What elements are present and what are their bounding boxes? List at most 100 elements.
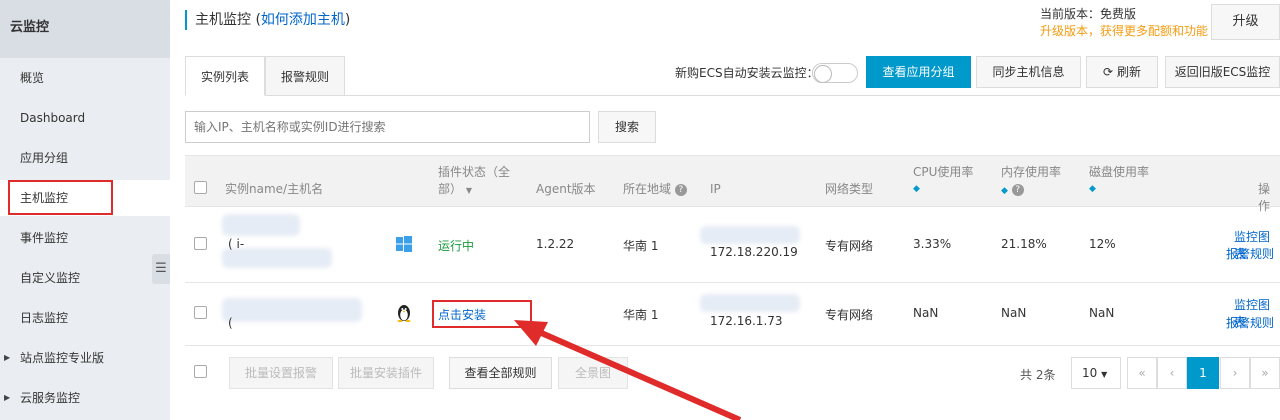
col-mem-label: 内存使用率 <box>1001 165 1062 179</box>
sidebar-item-cloud-service-monitor[interactable]: ▶ 云服务监控 <box>0 380 170 416</box>
sidebar-item-event-monitor[interactable]: 事件监控 <box>0 220 170 256</box>
instance-id-fragment: ( i- <box>228 237 245 251</box>
network-type: 专有网络 <box>825 239 874 253</box>
batch-alarm-button[interactable]: 批量设置报警 <box>229 357 333 389</box>
sync-hosts-button[interactable]: 同步主机信息 <box>976 56 1081 88</box>
alarm-rules-link[interactable]: 报警规则 <box>1226 314 1274 331</box>
sidebar-item-overview[interactable]: 概览 <box>0 60 170 96</box>
caret-down-icon: ▼ <box>1101 370 1108 379</box>
sidebar-item-label: 应用分组 <box>20 151 69 165</box>
col-region: 所在地域 ? <box>623 181 687 198</box>
redacted-ip <box>700 226 800 244</box>
batch-install-button[interactable]: 批量安装插件 <box>338 357 434 389</box>
redacted-name <box>222 214 300 236</box>
sort-icon: ◆ <box>913 184 920 194</box>
first-page-button[interactable]: « <box>1127 357 1157 389</box>
sidebar-item-site-monitor-pro[interactable]: ▶ 站点监控专业版 <box>0 340 170 376</box>
col-plugin-status[interactable]: 插件状态（全 部） ▼ <box>438 164 510 199</box>
col-plugin-status-line2: 部） <box>438 182 463 196</box>
main-panel: 主机监控 (如何添加主机) 当前版本：免费版 升级版本，获得更多配额和功能 升级… <box>170 0 1280 420</box>
region: 华南 1 <box>623 239 659 253</box>
row-checkbox[interactable] <box>194 306 207 319</box>
refresh-button[interactable]: ⟳ 刷新 <box>1086 56 1158 88</box>
col-cpu[interactable]: CPU使用率 ◆ <box>913 164 973 198</box>
caret-right-icon: ▶ <box>4 393 11 402</box>
col-operations: 操作 <box>1258 182 1271 213</box>
tab-divider <box>185 95 1280 96</box>
sidebar-item-label: 概览 <box>20 71 45 85</box>
search-input[interactable] <box>185 111 590 143</box>
page-title-text: 主机监控 <box>195 12 251 28</box>
last-page-button[interactable]: » <box>1250 357 1280 389</box>
sidebar-item-dashboard[interactable]: Dashboard <box>0 100 170 136</box>
version-info: 当前版本：免费版 升级版本，获得更多配额和功能 <box>1040 6 1208 40</box>
annotation-highlight-box <box>8 180 113 215</box>
sidebar-item-label: Dashboard <box>20 111 86 125</box>
how-to-add-host-link[interactable]: 如何添加主机 <box>261 12 345 28</box>
cpu-usage: NaN <box>913 306 939 320</box>
instance-id-fragment: ( <box>228 316 233 330</box>
sidebar-item-app-groups[interactable]: 应用分组 <box>0 140 170 176</box>
sidebar-item-label: 事件监控 <box>20 231 69 245</box>
back-old-ecs-button[interactable]: 返回旧版ECS监控 <box>1165 56 1280 88</box>
sidebar-item-custom-monitor[interactable]: 自定义监控 <box>0 260 170 296</box>
select-all-checkbox[interactable] <box>194 181 207 194</box>
help-icon[interactable]: ? <box>1011 183 1024 196</box>
col-disk-label: 磁盘使用率 <box>1089 165 1150 179</box>
view-all-rules-button[interactable]: 查看全部规则 <box>449 357 552 389</box>
sidebar-item-label: 自定义监控 <box>20 271 81 285</box>
page-1-button[interactable]: 1 <box>1187 357 1219 389</box>
redacted-name <box>222 248 332 268</box>
network-type: 专有网络 <box>825 308 874 322</box>
sidebar-title: 云监控 <box>0 0 170 58</box>
col-disk[interactable]: 磁盘使用率 ◆ <box>1089 164 1149 198</box>
page-title-paren: ) <box>344 12 351 28</box>
sidebar-item-label: 日志监控 <box>20 311 69 325</box>
page-size-select[interactable]: 10 ▼ <box>1071 357 1121 389</box>
sidebar-item-label: 站点监控专业版 <box>20 351 105 365</box>
row-divider <box>185 282 1280 283</box>
help-icon[interactable]: ? <box>674 183 687 196</box>
col-cpu-label: CPU使用率 <box>913 165 974 179</box>
next-page-button[interactable]: › <box>1220 357 1250 389</box>
search-button[interactable]: 搜索 <box>598 111 656 143</box>
redacted-ip <box>700 294 800 312</box>
region: 华南 1 <box>623 308 659 322</box>
redacted-name <box>222 298 362 322</box>
plugin-status-running: 运行中 <box>438 239 475 253</box>
auto-install-toggle[interactable] <box>812 63 858 83</box>
disk-usage: 12% <box>1089 237 1116 251</box>
windows-icon <box>396 236 412 255</box>
tab-instance-list[interactable]: 实例列表 <box>185 56 265 96</box>
col-ip: IP <box>710 182 721 196</box>
caret-down-icon: ▼ <box>465 186 472 195</box>
sort-icon: ◆ <box>1089 184 1096 194</box>
col-agent-version: Agent版本 <box>536 182 596 196</box>
upgrade-button[interactable]: 升级 <box>1211 4 1280 40</box>
current-version-text: 当前版本：免费版 <box>1039 7 1136 21</box>
refresh-icon: ⟳ <box>1103 65 1114 79</box>
view-app-groups-button[interactable]: 查看应用分组 <box>866 56 971 88</box>
page-title: 主机监控 (如何添加主机) <box>185 10 350 30</box>
annotation-highlight-box <box>432 300 532 328</box>
sidebar-item-label: 云服务监控 <box>20 391 81 405</box>
full-view-button[interactable]: 全景图 <box>558 357 628 389</box>
alarm-rules-link[interactable]: 报警规则 <box>1226 245 1274 262</box>
disk-usage: NaN <box>1089 306 1115 320</box>
prev-page-button[interactable]: ‹ <box>1157 357 1187 389</box>
memory-usage: NaN <box>1001 306 1027 320</box>
ip-address: 172.16.1.73 <box>710 314 783 328</box>
sidebar-item-log-monitor[interactable]: 日志监控 <box>0 300 170 336</box>
footer-select-all-checkbox[interactable] <box>194 365 207 378</box>
col-region-label: 所在地域 <box>623 182 672 196</box>
collapse-icon[interactable]: ☰ <box>152 254 170 284</box>
row-divider <box>185 345 1280 346</box>
total-count: 共 2条 <box>1020 368 1056 382</box>
col-memory[interactable]: 内存使用率 ◆ ? <box>1001 164 1061 200</box>
ip-address: 172.18.220.19 <box>710 245 798 259</box>
row-checkbox[interactable] <box>194 237 207 250</box>
upgrade-tip-text: 升级版本，获得更多配额和功能 <box>1039 24 1208 38</box>
linux-icon <box>396 304 412 325</box>
tab-alarm-rules[interactable]: 报警规则 <box>265 56 345 96</box>
memory-usage: 21.18% <box>1001 237 1047 251</box>
